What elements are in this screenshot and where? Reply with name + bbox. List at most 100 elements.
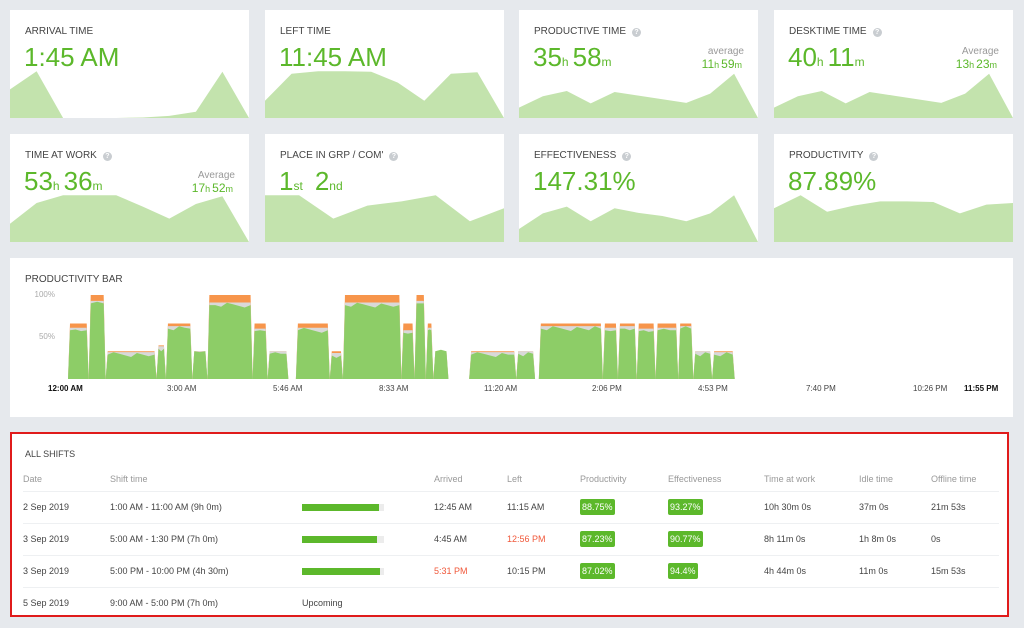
column-header[interactable]: Shift time bbox=[110, 468, 302, 492]
activity-segment[interactable] bbox=[295, 323, 330, 379]
activity-segment[interactable] bbox=[655, 323, 679, 379]
shift-progress-cell bbox=[302, 523, 434, 556]
activity-segment[interactable] bbox=[401, 323, 415, 379]
activity-segment[interactable] bbox=[636, 323, 656, 379]
help-icon[interactable]: ? bbox=[632, 28, 642, 37]
help-icon[interactable]: ? bbox=[102, 152, 112, 161]
stat-card-arrival-time[interactable]: ARRIVAL TIME 1:45 AM bbox=[10, 10, 249, 118]
shift-row[interactable]: 3 Sep 2019 5:00 AM - 1:30 PM (7h 0m) 4:45 … bbox=[23, 523, 999, 556]
activity-segment[interactable] bbox=[88, 295, 106, 379]
productivity-bar-chart[interactable]: 100% 50% 12:00 AM 3:00 AM 5:46 AM 8:33 AM 11:2… bbox=[10, 258, 1013, 417]
activity-segment[interactable] bbox=[678, 323, 694, 379]
productive-area bbox=[678, 326, 694, 379]
shift-row[interactable]: 2 Sep 2019 1:00 AM - 11:00 AM (9h 0m) 12:4… bbox=[23, 491, 999, 524]
productive-area bbox=[267, 352, 289, 379]
productive-area bbox=[156, 348, 166, 379]
sparkline-chart bbox=[265, 71, 504, 118]
activity-segment[interactable] bbox=[342, 295, 402, 379]
arrived-time: 12:45 AM bbox=[434, 491, 507, 524]
offline-time: 21m 53s bbox=[931, 491, 999, 524]
productive-area bbox=[693, 352, 713, 379]
activity-segment[interactable] bbox=[516, 351, 536, 379]
x-axis-label: 7:40 PM bbox=[806, 384, 836, 393]
activity-segment[interactable] bbox=[68, 323, 89, 379]
stat-card-effectiveness[interactable]: EFFECTIVENESS? 147.31% bbox=[519, 134, 758, 242]
column-header[interactable]: Effectiveness bbox=[668, 468, 764, 492]
stat-card-title: ARRIVAL TIME bbox=[25, 26, 93, 37]
column-header[interactable]: Date bbox=[23, 468, 110, 492]
column-header[interactable]: Idle time bbox=[859, 468, 931, 492]
shift-time: 1:00 AM - 11:00 AM (9h 0m) bbox=[110, 491, 302, 524]
sparkline-area bbox=[265, 71, 504, 118]
help-icon[interactable]: ? bbox=[872, 28, 882, 37]
shift-progress-fill bbox=[302, 503, 380, 511]
productivity-cell: 87.23% bbox=[580, 523, 668, 556]
stat-card-title: EFFECTIVENESS? bbox=[534, 150, 632, 161]
shift-row[interactable]: 5 Sep 2019 9:00 AM - 5:00 PM (7h 0m) Upcom… bbox=[23, 587, 999, 615]
activity-segment[interactable] bbox=[252, 323, 268, 379]
productive-area bbox=[425, 329, 434, 379]
average-label: Average bbox=[961, 46, 999, 57]
average-label: Average bbox=[197, 170, 235, 181]
activity-segment[interactable] bbox=[156, 345, 166, 379]
effectiveness-cell bbox=[668, 587, 764, 615]
average-label: average bbox=[707, 46, 744, 57]
stat-card-title-text: DESKTIME TIME bbox=[789, 26, 867, 37]
activity-segment[interactable] bbox=[602, 323, 618, 379]
stat-card-productive-time[interactable]: PRODUCTIVE TIME? 35h 58m average 11h 59m bbox=[519, 10, 758, 118]
stat-card-title-text: ARRIVAL TIME bbox=[25, 26, 94, 37]
stat-card-title: TIME AT WORK? bbox=[25, 150, 112, 161]
sparkline-area bbox=[10, 71, 249, 118]
time-at-work bbox=[764, 587, 859, 615]
productive-area bbox=[469, 352, 517, 379]
activity-segment[interactable] bbox=[425, 323, 434, 379]
column-header[interactable]: Left bbox=[507, 468, 580, 492]
left-time: 12:56 PM bbox=[507, 523, 580, 556]
sparkline-chart bbox=[10, 71, 249, 118]
activity-segment[interactable] bbox=[712, 351, 735, 379]
shift-progress-bar bbox=[302, 567, 384, 575]
stat-card-title: DESKTIME TIME? bbox=[789, 26, 882, 37]
activity-segment[interactable] bbox=[105, 351, 157, 379]
activity-segment[interactable] bbox=[267, 351, 289, 379]
shift-progress-fill bbox=[302, 535, 377, 543]
idle-time bbox=[859, 587, 931, 615]
productivity-badge: 88.75% bbox=[580, 499, 615, 515]
activity-segment[interactable] bbox=[538, 323, 603, 379]
column-header[interactable]: Arrived bbox=[434, 468, 507, 492]
activity-segment[interactable] bbox=[433, 349, 449, 379]
activity-segment[interactable] bbox=[165, 323, 193, 379]
column-header[interactable]: Offline time bbox=[931, 468, 999, 492]
productive-area bbox=[295, 327, 330, 379]
time-at-work: 10h 30m 0s bbox=[764, 491, 859, 524]
shift-row[interactable]: 3 Sep 2019 5:00 PM - 10:00 PM (4h 30m) 5:3… bbox=[23, 555, 999, 588]
productive-area bbox=[329, 355, 343, 379]
activity-segment[interactable] bbox=[414, 295, 426, 379]
sparkline-area bbox=[10, 195, 249, 242]
help-icon[interactable]: ? bbox=[869, 152, 879, 161]
sparkline-chart bbox=[774, 195, 1013, 242]
help-icon[interactable]: ? bbox=[622, 152, 632, 161]
activity-segment[interactable] bbox=[617, 323, 637, 379]
activity-segment[interactable] bbox=[469, 351, 517, 379]
stat-card-productivity[interactable]: PRODUCTIVITY? 87.89% bbox=[774, 134, 1013, 242]
activity-segment[interactable] bbox=[693, 351, 713, 379]
activity-segment[interactable] bbox=[192, 351, 208, 379]
left-time bbox=[507, 587, 580, 615]
stat-card-time-at-work[interactable]: TIME AT WORK? 53h 36m Average 17h 52m bbox=[10, 134, 249, 242]
sparkline-area bbox=[519, 195, 758, 242]
stat-card-desktime-time[interactable]: DESKTIME TIME? 40h 11m Average 13h 23m bbox=[774, 10, 1013, 118]
shift-time: 5:00 AM - 1:30 PM (7h 0m) bbox=[110, 523, 302, 556]
shift-date: 3 Sep 2019 bbox=[23, 523, 110, 556]
column-header[interactable]: Productivity bbox=[580, 468, 668, 492]
shift-progress-cell bbox=[302, 555, 434, 588]
offline-time: 15m 53s bbox=[931, 555, 999, 588]
stat-card-place-in-grp-com[interactable]: PLACE IN GRP / COM'? 1st 2nd bbox=[265, 134, 504, 242]
help-icon[interactable]: ? bbox=[389, 152, 399, 161]
activity-segment[interactable] bbox=[329, 351, 343, 379]
idle-time: 11m 0s bbox=[859, 555, 931, 588]
column-header[interactable]: Time at work bbox=[764, 468, 859, 492]
stat-card-left-time[interactable]: LEFT TIME 11:45 AM bbox=[265, 10, 504, 118]
activity-segment[interactable] bbox=[207, 295, 253, 379]
stat-card-title: PRODUCTIVE TIME? bbox=[534, 26, 642, 37]
